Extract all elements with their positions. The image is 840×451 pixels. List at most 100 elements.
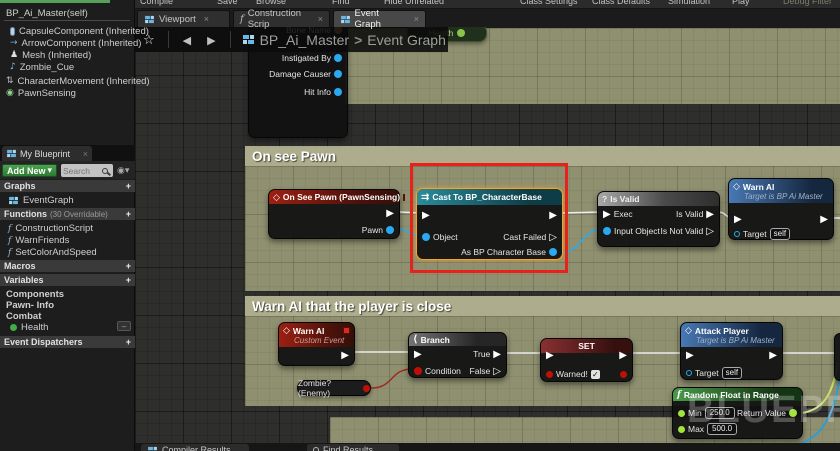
node-attack-player[interactable]: Attack Player Target is BP Ai Master Tar…	[680, 322, 783, 380]
save-button[interactable]: Save	[217, 0, 238, 6]
exec-in-pin[interactable]	[414, 348, 422, 360]
component-item-mesh[interactable]: ♟ Mesh (Inherited)	[10, 49, 91, 61]
components-root-item[interactable]: BP_Ai_Master(self)	[6, 7, 88, 19]
forward-arrow-icon[interactable]	[207, 31, 215, 49]
exec-in-pin[interactable]	[546, 349, 554, 361]
back-arrow-icon[interactable]	[183, 31, 191, 49]
section-functions[interactable]: Functions (30 Overridable)	[0, 208, 135, 220]
tab-compiler-results[interactable]: Compiler Results	[141, 444, 249, 451]
search-input[interactable]	[63, 166, 101, 176]
find-button[interactable]: Find	[332, 0, 350, 6]
node-set-warned[interactable]: SET Warned!	[540, 338, 633, 382]
exec-out-pin[interactable]	[820, 213, 828, 225]
section-graphs[interactable]: Graphs	[0, 180, 135, 192]
breadcrumb-root[interactable]: BP_Ai_Master	[260, 32, 349, 48]
variable-item-health[interactable]: Health	[10, 321, 130, 333]
tab-event-graph[interactable]: Event Graph	[333, 10, 426, 27]
pin-instigated-by[interactable]: Instigated By	[282, 52, 342, 64]
bool-checkbox[interactable]	[591, 370, 600, 379]
false-out-pin[interactable]: False	[470, 365, 502, 377]
true-out-pin[interactable]: True	[473, 348, 501, 360]
warned-pin[interactable]: Warned!	[546, 368, 600, 380]
float-pin-icon[interactable]	[457, 29, 465, 37]
add-dispatcher-button[interactable]	[126, 337, 131, 347]
pin-hit-info[interactable]: Hit Info	[304, 86, 342, 98]
exec-out-pin[interactable]	[619, 349, 627, 361]
close-icon[interactable]	[204, 14, 209, 24]
add-new-button[interactable]: Add New	[2, 164, 57, 177]
add-function-button[interactable]	[126, 209, 131, 219]
exec-out-pin[interactable]	[341, 349, 349, 361]
node-on-see-pawn[interactable]: On See Pawn (PawnSensing) Pawn	[268, 189, 400, 239]
is-valid-out-pin[interactable]: Is Valid	[676, 208, 714, 220]
exec-out-pin[interactable]	[386, 207, 394, 219]
object-pin-icon	[334, 70, 342, 78]
target-pin[interactable]: Target self	[734, 228, 790, 240]
close-icon[interactable]	[414, 14, 419, 24]
simulation-button[interactable]: Simulation	[668, 0, 710, 6]
add-component-button[interactable]	[0, 0, 110, 3]
exec-in-pin[interactable]	[686, 349, 694, 361]
node-offscreen-right[interactable]	[834, 333, 840, 381]
browse-button[interactable]: Browse	[256, 0, 286, 6]
exec-in-pin[interactable]: Exec	[603, 208, 633, 220]
tab-construction-script[interactable]: Construction Scrip	[233, 10, 330, 27]
section-macros[interactable]: Macros	[0, 260, 135, 272]
section-event-dispatchers[interactable]: Event Dispatchers	[0, 336, 135, 348]
pin-damage-causer[interactable]: Damage Causer	[269, 68, 342, 80]
item-eventgraph[interactable]: EventGraph	[8, 194, 74, 206]
add-graph-button[interactable]	[126, 181, 131, 191]
item-constructionscript[interactable]: ConstructionScript	[8, 222, 93, 234]
watch-badge-icon[interactable]	[343, 327, 350, 334]
variable-visibility-toggle[interactable]: –	[117, 321, 131, 331]
warned-out-pin[interactable]	[620, 368, 627, 380]
input-object-pin[interactable]: Input Object	[603, 225, 660, 237]
component-item-arrow[interactable]: → ArrowComponent (Inherited)	[10, 37, 141, 49]
class-settings-button[interactable]: Class Settings	[520, 0, 578, 6]
class-defaults-button[interactable]: Class Defaults	[592, 0, 650, 6]
breadcrumb-current[interactable]: Event Graph	[367, 32, 446, 48]
close-icon[interactable]	[83, 149, 88, 159]
node-zombie-enemy-variable[interactable]: Zombie?(Enemy)	[297, 380, 371, 396]
node-warn-ai-event[interactable]: Warn AI Custom Event	[278, 322, 355, 366]
add-macro-button[interactable]	[126, 261, 131, 271]
target-value-box[interactable]: self	[770, 228, 790, 240]
debug-filter-dropdown[interactable]: Debug Filter	[783, 0, 832, 6]
target-value-box[interactable]: self	[722, 367, 742, 379]
tab-find-results[interactable]: Find Results	[307, 444, 399, 451]
bool-pin-icon[interactable]	[363, 385, 370, 392]
node-warn-ai-call[interactable]: Warn AI Target is BP Ai Master Target se…	[728, 178, 834, 240]
component-item-zombie-cue[interactable]: ♪ Zombie_Cue	[10, 61, 74, 73]
exec-in-pin[interactable]	[734, 213, 742, 225]
node-title: SET	[578, 341, 595, 351]
pawn-out-pin[interactable]: Pawn	[362, 224, 394, 236]
node-is-valid[interactable]: Is Valid Exec Input Object Is Valid Is N…	[597, 191, 720, 247]
item-setcolorandspeed[interactable]: SetColorAndSpeed	[8, 246, 97, 258]
visibility-filter-button[interactable]: ◉	[117, 165, 129, 176]
add-variable-button[interactable]	[126, 275, 131, 285]
hide-unrelated-button[interactable]: Hide Unrelated	[384, 0, 444, 6]
event-graph-canvas[interactable]: On see Pawn Warn AI that the player is c…	[135, 27, 840, 443]
watch-badge-icon[interactable]	[403, 194, 405, 201]
compile-button[interactable]: Compile	[140, 0, 173, 6]
breadcrumb-separator: >	[354, 32, 362, 48]
component-item-charactermovement[interactable]: ⇅ CharacterMovement (Inherited)	[6, 75, 150, 87]
comment-warn-ai-title[interactable]: Warn AI that the player is close	[245, 296, 840, 316]
comment-text: Warn AI that the player is close	[252, 299, 451, 314]
condition-pin[interactable]: Condition	[414, 365, 461, 377]
is-not-valid-out-pin[interactable]: Is Not Valid	[660, 225, 714, 237]
exec-pin-icon	[769, 350, 777, 361]
close-icon[interactable]	[318, 14, 323, 24]
node-branch[interactable]: Branch Condition True False	[408, 332, 507, 378]
component-label: CharacterMovement (Inherited)	[18, 76, 150, 87]
component-item-pawnsensing[interactable]: ◉ PawnSensing	[6, 87, 76, 99]
play-button[interactable]: Play	[732, 0, 750, 6]
item-label: ConstructionScript	[15, 223, 93, 234]
exec-out-pin[interactable]	[769, 349, 777, 361]
component-item-capsule[interactable]: CapsuleComponent (Inherited)	[10, 25, 149, 37]
section-variables[interactable]: Variables	[0, 274, 135, 286]
item-warnfriends[interactable]: WarnFriends	[8, 234, 69, 246]
tab-viewport[interactable]: Viewport	[137, 10, 230, 27]
target-pin[interactable]: Target self	[686, 367, 742, 379]
tab-my-blueprint[interactable]: My Blueprint	[2, 146, 92, 161]
